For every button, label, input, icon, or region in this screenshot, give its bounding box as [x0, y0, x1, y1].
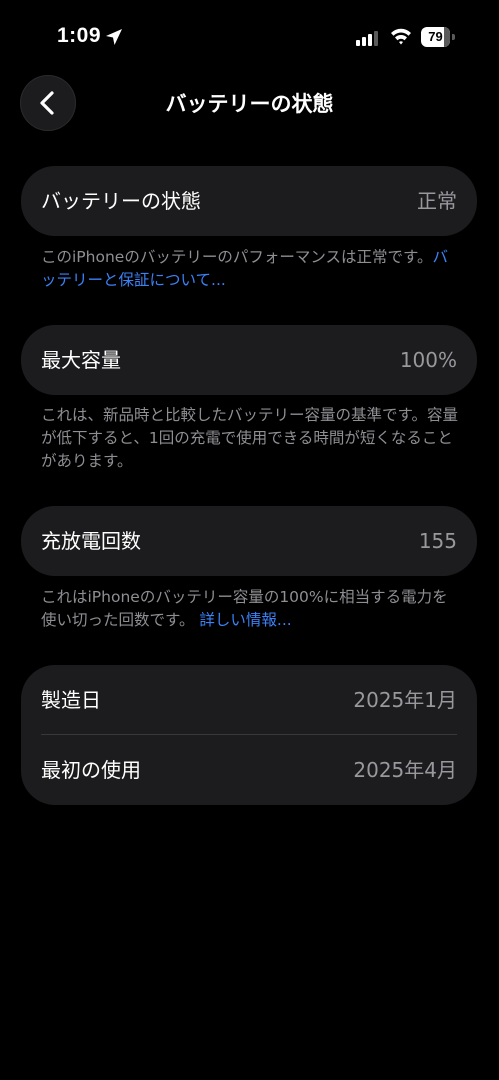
first-use-row: 最初の使用 2025年4月: [21, 735, 477, 805]
max-capacity-value: 100%: [399, 348, 457, 372]
battery-icon: 79: [421, 27, 455, 47]
max-capacity-footnote: これは、新品時と比較したバッテリー容量の基準です。容量が低下すると、1回の充電で…: [41, 406, 458, 470]
manufacture-date-row: 製造日 2025年1月: [21, 665, 477, 735]
more-info-link[interactable]: 詳しい情報...: [199, 611, 291, 629]
battery-health-value: 正常: [417, 189, 457, 213]
max-capacity-card: 最大容量 100%: [21, 325, 477, 395]
battery-health-footnote-text: このiPhoneのバッテリーのパフォーマンスは正常です。: [41, 248, 433, 266]
location-arrow-icon: [106, 29, 122, 45]
cellular-signal-icon: [356, 31, 378, 46]
battery-health-row: バッテリーの状態 正常: [21, 166, 477, 236]
battery-body: 79: [421, 27, 450, 47]
battery-percent: 79: [428, 29, 443, 44]
max-capacity-row: 最大容量 100%: [21, 325, 477, 395]
battery-tip: [452, 34, 455, 40]
battery-health-footnote: このiPhoneのバッテリーのパフォーマンスは正常です。バッテリーと保証について…: [41, 246, 461, 292]
battery-health-label: バッテリーの状態: [41, 189, 201, 213]
manufacture-date-label: 製造日: [41, 688, 101, 712]
cycle-count-card: 充放電回数 155: [21, 506, 477, 576]
first-use-label: 最初の使用: [41, 758, 141, 782]
battery-health-card: バッテリーの状態 正常: [21, 166, 477, 236]
page-title: バッテリーの状態: [165, 92, 334, 116]
status-bar: 1:09 79: [0, 0, 499, 60]
cycle-count-value: 155: [418, 529, 457, 553]
cycle-count-row: 充放電回数 155: [21, 506, 477, 576]
status-time: 1:09: [57, 24, 102, 47]
manufacture-date-value: 2025年1月: [353, 688, 457, 712]
dates-card: 製造日 2025年1月 最初の使用 2025年4月: [21, 665, 477, 805]
cycle-count-label: 充放電回数: [41, 529, 141, 553]
first-use-value: 2025年4月: [353, 758, 457, 782]
cycle-count-footnote: これはiPhoneのバッテリー容量の100%に相当する電力を使い切った回数です。…: [41, 586, 461, 632]
wifi-icon: [391, 28, 411, 45]
max-capacity-label: 最大容量: [41, 348, 121, 372]
